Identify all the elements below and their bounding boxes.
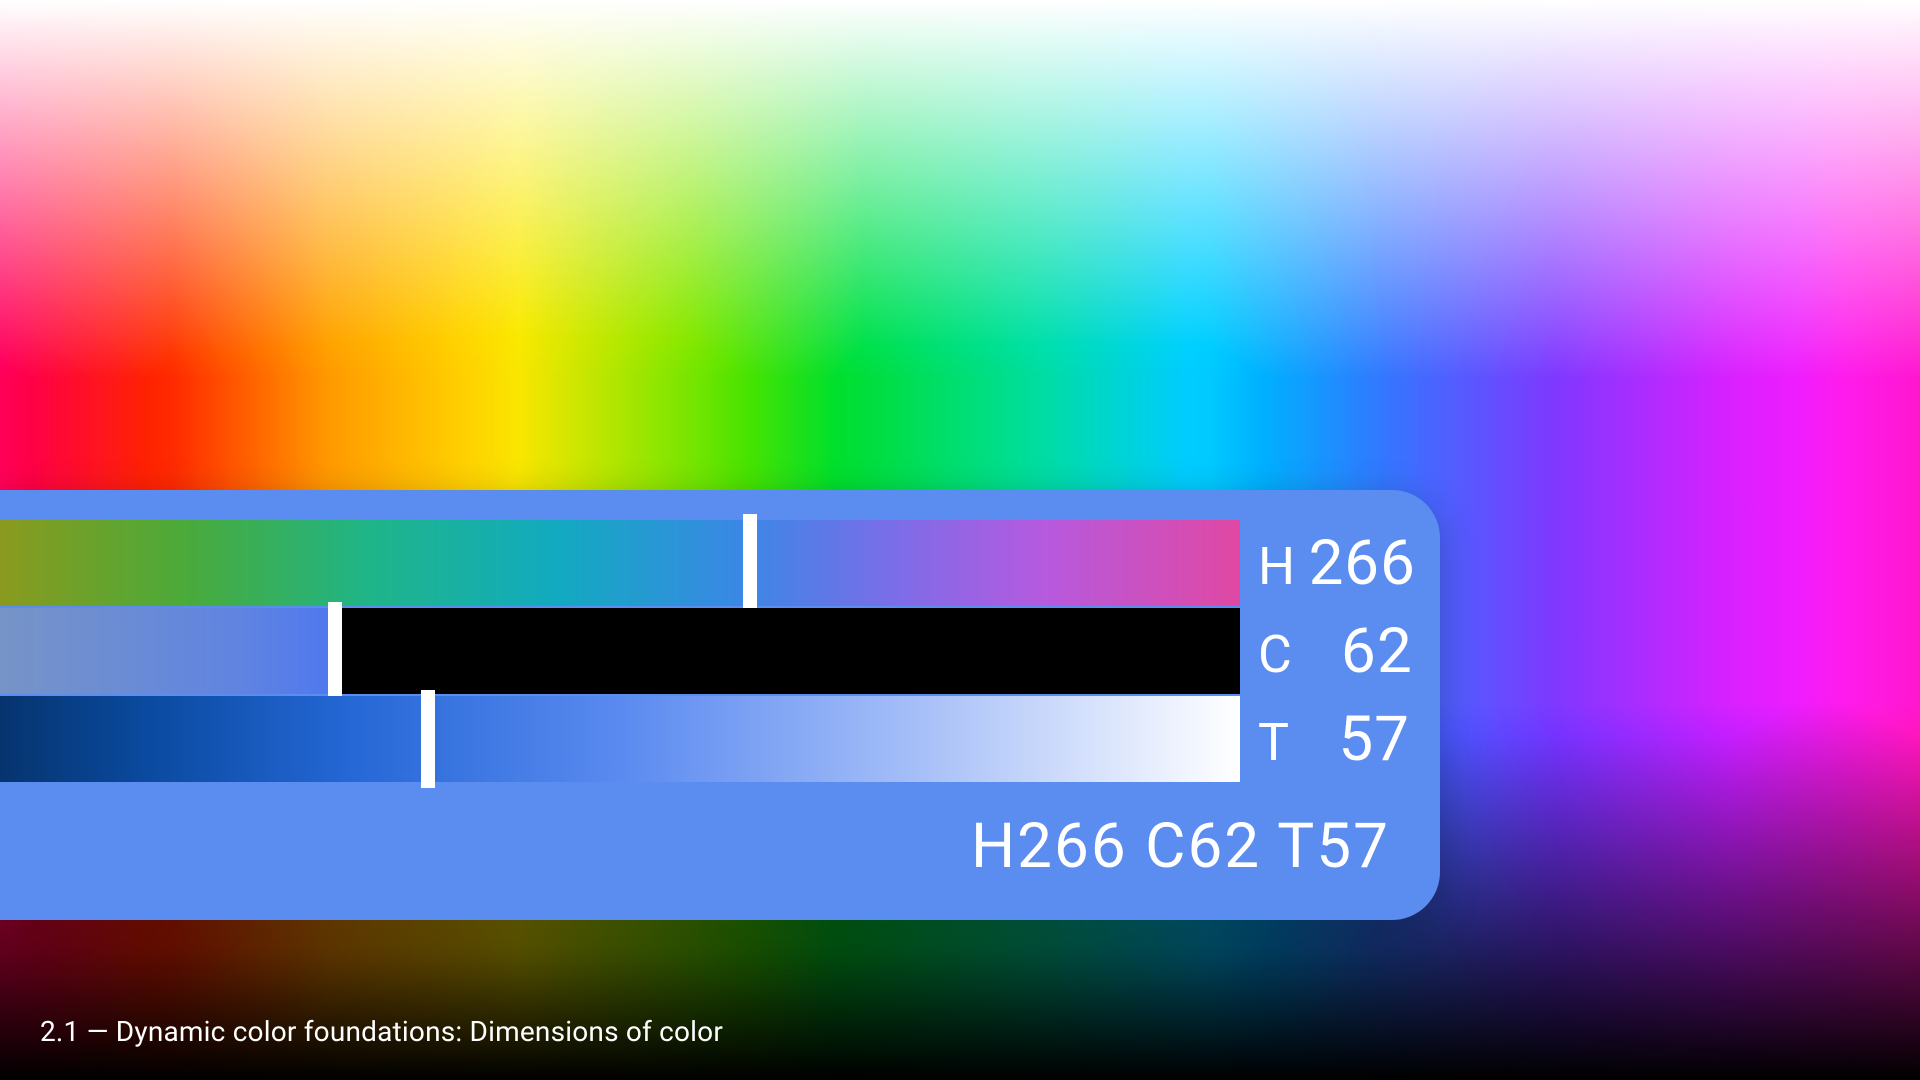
hct-panel: H 266 C 62 T 57 H266 C62 T57 xyxy=(0,490,1440,920)
tone-slider-thumb[interactable] xyxy=(421,690,435,788)
tone-readout: T 57 xyxy=(1240,703,1430,776)
chroma-label: C xyxy=(1258,624,1293,685)
chroma-readout: C 62 xyxy=(1240,615,1430,688)
hue-label: H xyxy=(1258,536,1296,597)
hue-value: 266 xyxy=(1306,527,1416,600)
hue-slider-thumb[interactable] xyxy=(743,514,757,612)
hue-slider-track[interactable] xyxy=(0,520,1240,606)
hue-row: H 266 xyxy=(0,520,1440,606)
caption: 2.1 — Dynamic color foundations: Dimensi… xyxy=(40,1015,723,1048)
chroma-slider-track[interactable] xyxy=(0,608,1240,694)
hue-readout: H 266 xyxy=(1240,527,1430,600)
chroma-slider-thumb[interactable] xyxy=(328,602,342,700)
tone-slider-track[interactable] xyxy=(0,696,1240,782)
chroma-value: 62 xyxy=(1303,615,1413,688)
tone-value: 57 xyxy=(1300,703,1410,776)
chroma-row: C 62 xyxy=(0,608,1440,694)
hct-summary: H266 C62 T57 xyxy=(0,810,1440,883)
tone-label: T xyxy=(1258,712,1290,773)
tone-row: T 57 xyxy=(0,696,1440,782)
